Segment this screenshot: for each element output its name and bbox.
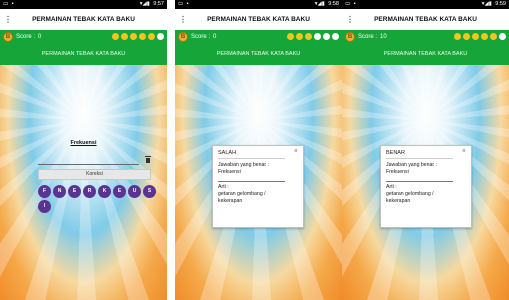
status-left-icons: ▭ ▪ (178, 1, 190, 7)
phone-screen-wrong: ▭ ▪ ▾◢▮ 9:58 ⋮ PERMAINAN TEBAK KATA BAKU… (175, 0, 342, 300)
letter-button[interactable]: I (38, 200, 51, 213)
status-right: ▾◢▮ 9:59 (482, 0, 506, 9)
answer-value: Frekuensi (386, 169, 409, 175)
life-dot (148, 33, 155, 40)
meaning-label: Arti : (386, 184, 397, 190)
dialog-divider (218, 181, 285, 182)
app-title: PERMAINAN TEBAK KATA BAKU (207, 16, 310, 23)
status-right: ▾◢▮ 9:57 (140, 0, 164, 9)
trash-icon[interactable] (145, 156, 151, 163)
letter-button[interactable]: R (83, 185, 96, 198)
letter-button[interactable]: U (128, 185, 141, 198)
score-bar: B Score : 0 (0, 30, 167, 44)
close-icon[interactable]: × (462, 148, 466, 155)
letter-button[interactable]: K (98, 185, 111, 198)
subheader: PERMAINAN TEBAK KATA BAKU (342, 44, 509, 65)
status-time: 9:59 (495, 1, 506, 7)
subheader: PERMAINAN TEBAK KATA BAKU (0, 44, 167, 65)
score-bar: B Score : 10 (342, 30, 509, 44)
score-value: 10 (380, 34, 387, 40)
coin-icon: B (3, 32, 13, 42)
life-dot (463, 33, 470, 40)
letter-button[interactable]: E (113, 185, 126, 198)
phone-screen-correct: ▭ ▪ ▾◢▮ 9:59 ⋮ PERMAINAN TEBAK KATA BAKU… (342, 0, 509, 300)
life-dot (112, 33, 119, 40)
life-dot (287, 33, 294, 40)
app-title: PERMAINAN TEBAK KATA BAKU (32, 16, 135, 23)
score-label: Score : (358, 34, 378, 40)
letter-buttons: FNERKEUSI (38, 185, 158, 213)
life-dot (499, 33, 506, 40)
status-left-icons: ▭ ▪ (345, 1, 357, 7)
signal-battery-icons: ▾◢▮ (139, 1, 150, 7)
answer-value: Frekuensi (218, 169, 241, 175)
life-dot (332, 33, 339, 40)
close-icon[interactable]: × (294, 148, 298, 155)
status-bar: ▭ ▪ ▾◢▮ 9:57 (0, 0, 167, 9)
dialog-divider (386, 158, 453, 159)
menu-icon[interactable]: ⋮ (4, 9, 12, 30)
life-dot (314, 33, 321, 40)
dialog-title: BENAR (386, 150, 405, 156)
status-left-icons: ▭ ▪ (3, 1, 15, 7)
life-dot (481, 33, 488, 40)
life-dot (130, 33, 137, 40)
letter-button[interactable]: F (38, 185, 51, 198)
status-right: ▾◢▮ 9:58 (315, 0, 339, 9)
letter-button[interactable]: N (53, 185, 66, 198)
dialog-divider (386, 181, 453, 182)
letter-button[interactable]: S (143, 185, 156, 198)
life-dot (323, 33, 330, 40)
app-bar: ⋮ PERMAINAN TEBAK KATA BAKU (0, 9, 167, 30)
coin-icon: B (178, 32, 188, 42)
meaning-line: getaran gelombang / (218, 191, 266, 197)
life-dot (490, 33, 497, 40)
life-dot (305, 33, 312, 40)
trash-lid (145, 156, 151, 157)
life-dot (139, 33, 146, 40)
app-bar: ⋮ PERMAINAN TEBAK KATA BAKU (342, 9, 509, 30)
koreksi-button[interactable]: Koreksi (38, 169, 151, 180)
result-dialog-correct: BENAR × Jawaban yang benar : Frekuensi A… (380, 145, 472, 228)
meaning-label: Arti : (218, 184, 229, 190)
meaning-line: kekerapan (386, 198, 411, 204)
life-dot (121, 33, 128, 40)
phone-screen-game: ▭ ▪ ▾◢▮ 9:57 ⋮ PERMAINAN TEBAK KATA BAKU… (0, 0, 167, 300)
status-time: 9:57 (153, 1, 164, 7)
menu-icon[interactable]: ⋮ (179, 9, 187, 30)
lives-dots (454, 33, 506, 41)
answer-label: Jawaban yang benar : (386, 162, 438, 168)
result-dialog-wrong: SALAH × Jawaban yang benar : Frekuensi A… (212, 145, 304, 228)
app-title: PERMAINAN TEBAK KATA BAKU (374, 16, 477, 23)
meaning-line: kekerapan (218, 198, 243, 204)
lives-dots (112, 33, 164, 41)
question-word: Frekuensi (70, 140, 97, 146)
subheader: PERMAINAN TEBAK KATA BAKU (175, 44, 342, 65)
status-time: 9:58 (328, 1, 339, 7)
score-value: 0 (38, 34, 42, 40)
life-dot (157, 33, 164, 40)
score-label: Score : (191, 34, 211, 40)
answer-label: Jawaban yang benar : (218, 162, 270, 168)
score-bar: B Score : 0 (175, 30, 342, 44)
signal-battery-icons: ▾◢▮ (314, 1, 325, 7)
menu-icon[interactable]: ⋮ (346, 9, 354, 30)
score-label: Score : (16, 34, 36, 40)
app-bar: ⋮ PERMAINAN TEBAK KATA BAKU (175, 9, 342, 30)
life-dot (296, 33, 303, 40)
status-bar: ▭ ▪ ▾◢▮ 9:59 (342, 0, 509, 9)
coin-icon: B (345, 32, 355, 42)
dialog-title: SALAH (218, 150, 237, 156)
life-dot (472, 33, 479, 40)
life-dot (454, 33, 461, 40)
dialog-divider (218, 158, 285, 159)
meaning-line: getaran gelombang / (386, 191, 434, 197)
trash-can (146, 158, 150, 163)
status-bar: ▭ ▪ ▾◢▮ 9:58 (175, 0, 342, 9)
letter-button[interactable]: E (68, 185, 81, 198)
lives-dots (287, 33, 339, 41)
answer-input-line[interactable] (38, 164, 139, 165)
signal-battery-icons: ▾◢▮ (481, 1, 492, 7)
score-value: 0 (213, 34, 217, 40)
